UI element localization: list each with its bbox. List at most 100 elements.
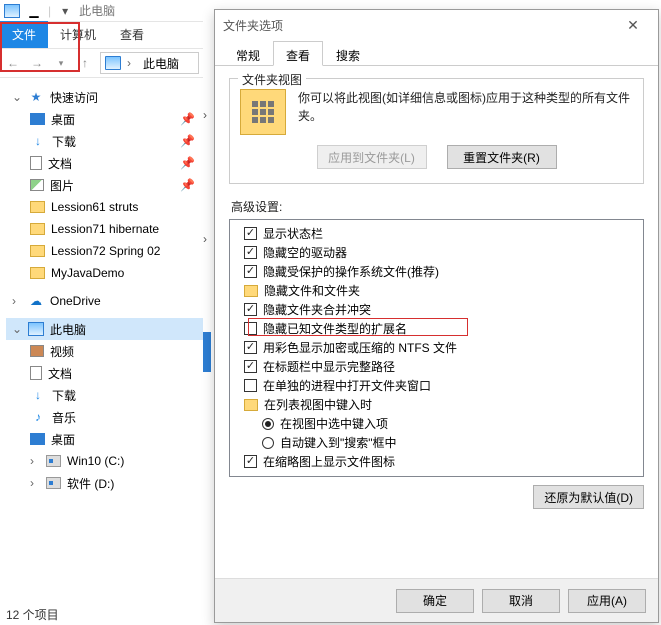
tree-drive-d[interactable]: ›软件 (D:)	[6, 472, 203, 494]
tab-view[interactable]: 查看	[273, 41, 323, 66]
pictures-icon	[30, 179, 44, 191]
tree-documents[interactable]: 文档📌	[6, 152, 203, 174]
tree-downloads[interactable]: ↓下载📌	[6, 130, 203, 152]
ok-button[interactable]: 确定	[396, 589, 474, 613]
dialog-tabs: 常规 查看 搜索	[215, 40, 658, 66]
checkbox-icon[interactable]	[244, 360, 257, 373]
checkbox-icon[interactable]	[244, 455, 257, 468]
restore-defaults-button[interactable]: 还原为默认值(D)	[533, 485, 644, 509]
nav-row: ← → ▾ ↑ › 此电脑	[0, 48, 203, 78]
chevron-right-icon: ›	[30, 454, 40, 468]
adv-item-label: 隐藏文件和文件夹	[264, 282, 360, 299]
adv-item-hide-extensions[interactable]: 隐藏已知文件类型的扩展名	[234, 319, 639, 338]
folder-icon	[30, 223, 45, 235]
tree-quick-access[interactable]: ⌄ ★ 快速访问	[6, 86, 203, 108]
tree-thispc[interactable]: ⌄此电脑	[6, 318, 203, 340]
adv-item[interactable]: 在缩略图上显示文件图标	[234, 452, 639, 471]
radio-icon[interactable]	[262, 437, 274, 449]
tree-folder-4[interactable]: MyJavaDemo	[6, 262, 203, 284]
advanced-settings-list[interactable]: 显示状态栏 隐藏空的驱动器 隐藏受保护的操作系统文件(推荐) 隐藏文件和文件夹 …	[229, 219, 644, 477]
checkbox-icon[interactable]	[244, 227, 257, 240]
checkbox-icon[interactable]	[244, 379, 257, 392]
adv-item[interactable]: 在单独的进程中打开文件夹窗口	[234, 376, 639, 395]
dialog-button-row: 确定 取消 应用(A)	[215, 578, 658, 622]
qat-dropdown-icon[interactable]: ▾	[57, 3, 73, 19]
adv-item-label: 隐藏文件夹合并冲突	[263, 301, 371, 318]
forward-icon[interactable]: →	[28, 54, 46, 72]
thispc-icon	[105, 56, 121, 70]
recent-dropdown-icon[interactable]: ▾	[52, 54, 70, 72]
adv-item[interactable]: 用彩色显示加密或压缩的 NTFS 文件	[234, 338, 639, 357]
address-text: 此电脑	[143, 55, 179, 72]
checkbox-icon[interactable]	[244, 303, 257, 316]
reset-folders-button[interactable]: 重置文件夹(R)	[447, 145, 557, 169]
pin-icon: 📌	[180, 178, 195, 192]
adv-item-group[interactable]: 隐藏文件和文件夹	[234, 281, 639, 300]
drive-icon	[46, 477, 61, 489]
tree-label: 下载	[52, 387, 76, 404]
folder-icon	[30, 267, 45, 279]
cancel-button[interactable]: 取消	[482, 589, 560, 613]
folder-view-text: 你可以将此视图(如详细信息或图标)应用于这种类型的所有文件夹。	[298, 89, 633, 135]
explorer-window: ▁ | ▾ 此电脑 文件 计算机 查看 ← → ▾ ↑ › 此电脑 ⌄ ★ 快速…	[0, 0, 203, 625]
download-icon: ↓	[30, 387, 46, 403]
adv-item-label: 隐藏已知文件类型的扩展名	[263, 320, 407, 337]
adv-item[interactable]: 在标题栏中显示完整路径	[234, 357, 639, 376]
tree-folder-1[interactable]: Lession61 struts	[6, 196, 203, 218]
folder-view-icon	[240, 89, 286, 135]
folder-icon	[30, 245, 45, 257]
tree-folder-3[interactable]: Lession72 Spring 02	[6, 240, 203, 262]
tab-general[interactable]: 常规	[223, 41, 273, 66]
close-icon[interactable]: ✕	[616, 17, 650, 34]
dialog-titlebar: 文件夹选项 ✕	[215, 10, 658, 40]
adv-item[interactable]: 显示状态栏	[234, 224, 639, 243]
checkbox-icon[interactable]	[244, 322, 257, 335]
chevron-down-icon: ⌄	[12, 322, 22, 336]
adv-item-group[interactable]: 在列表视图中键入时	[234, 395, 639, 414]
adv-item[interactable]: 隐藏文件夹合并冲突	[234, 300, 639, 319]
tree-drive-c[interactable]: ›Win10 (C:)	[6, 450, 203, 472]
up-icon[interactable]: ↑	[76, 54, 94, 72]
window-icon	[4, 3, 20, 19]
tree-documents-2[interactable]: 文档	[6, 362, 203, 384]
address-bar[interactable]: › 此电脑	[100, 52, 199, 74]
download-icon: ↓	[30, 133, 46, 149]
tree-folder-2[interactable]: Lession71 hibernate	[6, 218, 203, 240]
ribbon-view-tab[interactable]: 查看	[108, 21, 156, 48]
adv-item[interactable]: 隐藏空的驱动器	[234, 243, 639, 262]
tree-label: 视频	[50, 343, 74, 360]
tab-search[interactable]: 搜索	[323, 41, 373, 66]
checkbox-icon[interactable]	[244, 341, 257, 354]
tree-label: 文档	[48, 365, 72, 382]
tree-desktop-2[interactable]: 桌面	[6, 428, 203, 450]
qat-prop-icon[interactable]: ▁	[26, 3, 42, 19]
checkbox-icon[interactable]	[244, 265, 257, 278]
chevron-right-icon: ›	[30, 476, 40, 490]
adv-item-label: 在单独的进程中打开文件夹窗口	[263, 377, 431, 394]
checkbox-icon[interactable]	[244, 246, 257, 259]
chevron-right-icon: ›	[127, 56, 137, 70]
tree-videos[interactable]: 视频	[6, 340, 203, 362]
adv-item[interactable]: 隐藏受保护的操作系统文件(推荐)	[234, 262, 639, 281]
thispc-icon	[28, 322, 44, 336]
nav-tree: ⌄ ★ 快速访问 桌面📌 ↓下载📌 文档📌 图片📌 Lession61 stru…	[0, 78, 203, 494]
tree-downloads-2[interactable]: ↓ 下载	[6, 384, 203, 406]
tree-music[interactable]: ♪音乐	[6, 406, 203, 428]
back-icon[interactable]: ←	[4, 54, 22, 72]
quick-access-toolbar: ▁ | ▾ 此电脑	[0, 0, 203, 22]
ribbon-computer-tab[interactable]: 计算机	[48, 21, 108, 48]
radio-icon[interactable]	[262, 418, 274, 430]
tree-onedrive[interactable]: ›☁OneDrive	[6, 290, 203, 312]
tree-label: 图片	[50, 177, 74, 194]
tree-pictures[interactable]: 图片 📌	[6, 174, 203, 196]
tree-label: 桌面	[51, 111, 75, 128]
pin-icon: 📌	[180, 156, 195, 170]
adv-item-radio[interactable]: 自动键入到"搜索"框中	[234, 433, 639, 452]
apply-button[interactable]: 应用(A)	[568, 589, 646, 613]
ribbon-file-tab[interactable]: 文件	[0, 21, 48, 48]
dialog-title: 文件夹选项	[223, 17, 283, 34]
pin-icon: 📌	[180, 134, 195, 148]
tree-desktop[interactable]: 桌面📌	[6, 108, 203, 130]
adv-item-radio[interactable]: 在视图中选中键入项	[234, 414, 639, 433]
folder-icon	[244, 399, 258, 411]
